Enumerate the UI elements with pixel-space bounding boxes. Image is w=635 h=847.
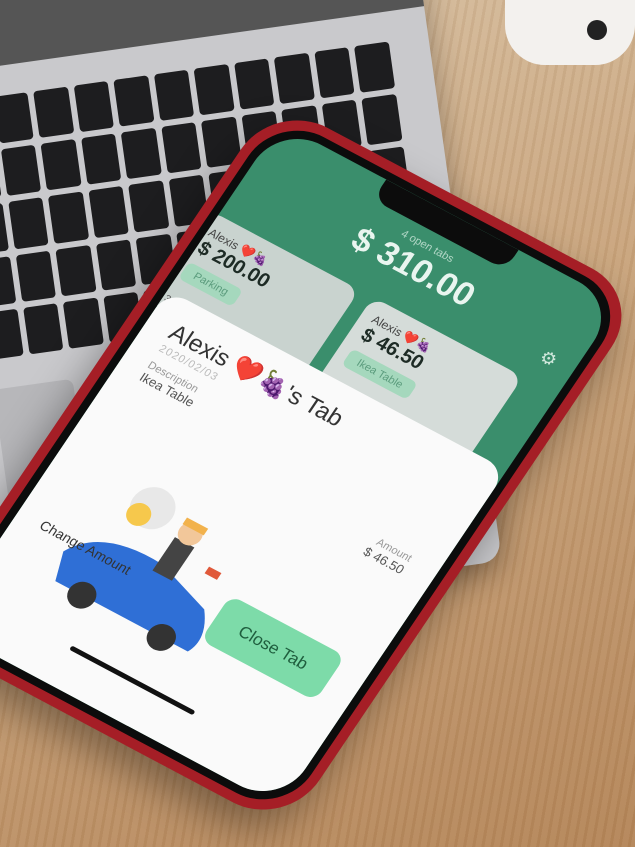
keyboard-key xyxy=(55,244,97,297)
amount-box: Amount $ 46.50 xyxy=(361,527,419,577)
keyboard-key xyxy=(233,58,275,110)
keyboard-key xyxy=(15,250,57,302)
keyboard-key xyxy=(7,197,49,250)
keyboard-key xyxy=(193,63,235,116)
keyboard-key xyxy=(153,69,195,122)
keyboard-key xyxy=(314,47,356,99)
keyboard-key xyxy=(0,92,34,144)
keyboard-key xyxy=(161,122,202,174)
keyboard-key xyxy=(73,80,115,133)
keyboard-key xyxy=(0,308,24,361)
keyboard-key xyxy=(0,255,16,308)
keyboard-key xyxy=(95,238,137,291)
keyboard-key xyxy=(120,127,162,180)
keyboard-key xyxy=(0,150,2,203)
mug-eye xyxy=(587,20,607,40)
keyboard-key xyxy=(62,297,104,349)
keyboard-key xyxy=(0,203,9,255)
keyboard-key xyxy=(274,52,315,105)
keyboard-key xyxy=(354,41,396,93)
keyboard-key xyxy=(88,186,129,238)
keyboard-key xyxy=(128,180,170,233)
keyboard-key xyxy=(113,75,155,127)
keyboard-key xyxy=(48,191,89,244)
keyboard-key xyxy=(0,144,42,197)
keyboard-key xyxy=(22,302,64,355)
mug xyxy=(505,0,635,65)
keyboard-key xyxy=(80,133,122,186)
keyboard-key xyxy=(40,139,82,191)
keyboard-key xyxy=(33,86,74,139)
keyboard-key xyxy=(361,94,403,146)
